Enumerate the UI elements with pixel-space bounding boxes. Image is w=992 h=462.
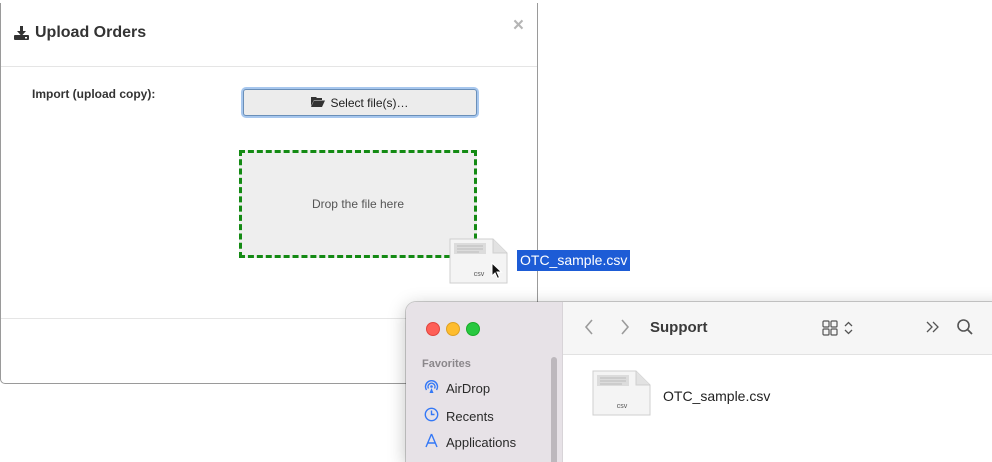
modal-title-text: Upload Orders bbox=[35, 24, 147, 41]
forward-chevron-icon[interactable] bbox=[619, 318, 631, 341]
finder-window: Favorites AirDrop Recents Applications S… bbox=[406, 302, 992, 462]
folder-title: Support bbox=[650, 319, 708, 336]
applications-icon bbox=[424, 433, 439, 451]
sidebar-section-favorites: Favorites bbox=[422, 358, 471, 370]
sidebar-scrollbar[interactable] bbox=[551, 357, 557, 462]
sidebar-item-label: AirDrop bbox=[446, 380, 491, 396]
minimize-window-button[interactable] bbox=[446, 322, 460, 336]
download-icon bbox=[14, 26, 29, 40]
close-icon[interactable]: × bbox=[513, 16, 524, 35]
finder-file-name: OTC_sample.csv bbox=[663, 387, 771, 404]
select-files-button[interactable]: Select file(s)… bbox=[243, 89, 477, 116]
sidebar-item-airdrop[interactable]: AirDrop bbox=[424, 379, 490, 397]
select-files-label: Select file(s)… bbox=[330, 95, 409, 110]
folder-open-icon bbox=[311, 96, 326, 110]
mouse-cursor-icon bbox=[491, 261, 503, 285]
back-chevron-icon[interactable] bbox=[583, 318, 595, 341]
sidebar-item-recents[interactable]: Recents bbox=[424, 407, 494, 425]
airdrop-icon bbox=[424, 379, 439, 397]
updown-chevron-icon bbox=[844, 321, 853, 340]
dragged-file-name: OTC_sample.csv bbox=[517, 250, 631, 271]
search-icon[interactable] bbox=[956, 318, 974, 341]
sidebar-item-label: Applications bbox=[446, 434, 517, 450]
sidebar-item-applications[interactable]: Applications bbox=[424, 433, 516, 451]
clock-icon bbox=[424, 407, 439, 425]
finder-sidebar: Favorites AirDrop Recents Applications bbox=[406, 302, 563, 462]
csv-file-icon: csv bbox=[592, 370, 652, 421]
finder-file-item[interactable]: csv OTC_sample.csv bbox=[592, 370, 770, 421]
close-window-button[interactable] bbox=[426, 322, 440, 336]
grid-view-icon bbox=[822, 320, 838, 341]
zoom-window-button[interactable] bbox=[466, 322, 480, 336]
modal-header: Upload Orders × bbox=[1, 3, 537, 67]
more-chevrons-icon[interactable] bbox=[925, 319, 941, 340]
dragged-file-badge: csv bbox=[474, 271, 485, 278]
sidebar-item-label: Recents bbox=[446, 408, 494, 424]
view-options[interactable] bbox=[822, 320, 853, 341]
file-badge: csv bbox=[617, 403, 628, 410]
modal-title: Upload Orders bbox=[14, 24, 146, 42]
drop-zone-text: Drop the file here bbox=[311, 197, 405, 211]
finder-toolbar: Support bbox=[563, 302, 992, 355]
import-label: Import (upload copy): bbox=[32, 87, 156, 101]
file-drop-zone[interactable]: Drop the file here bbox=[239, 150, 477, 258]
